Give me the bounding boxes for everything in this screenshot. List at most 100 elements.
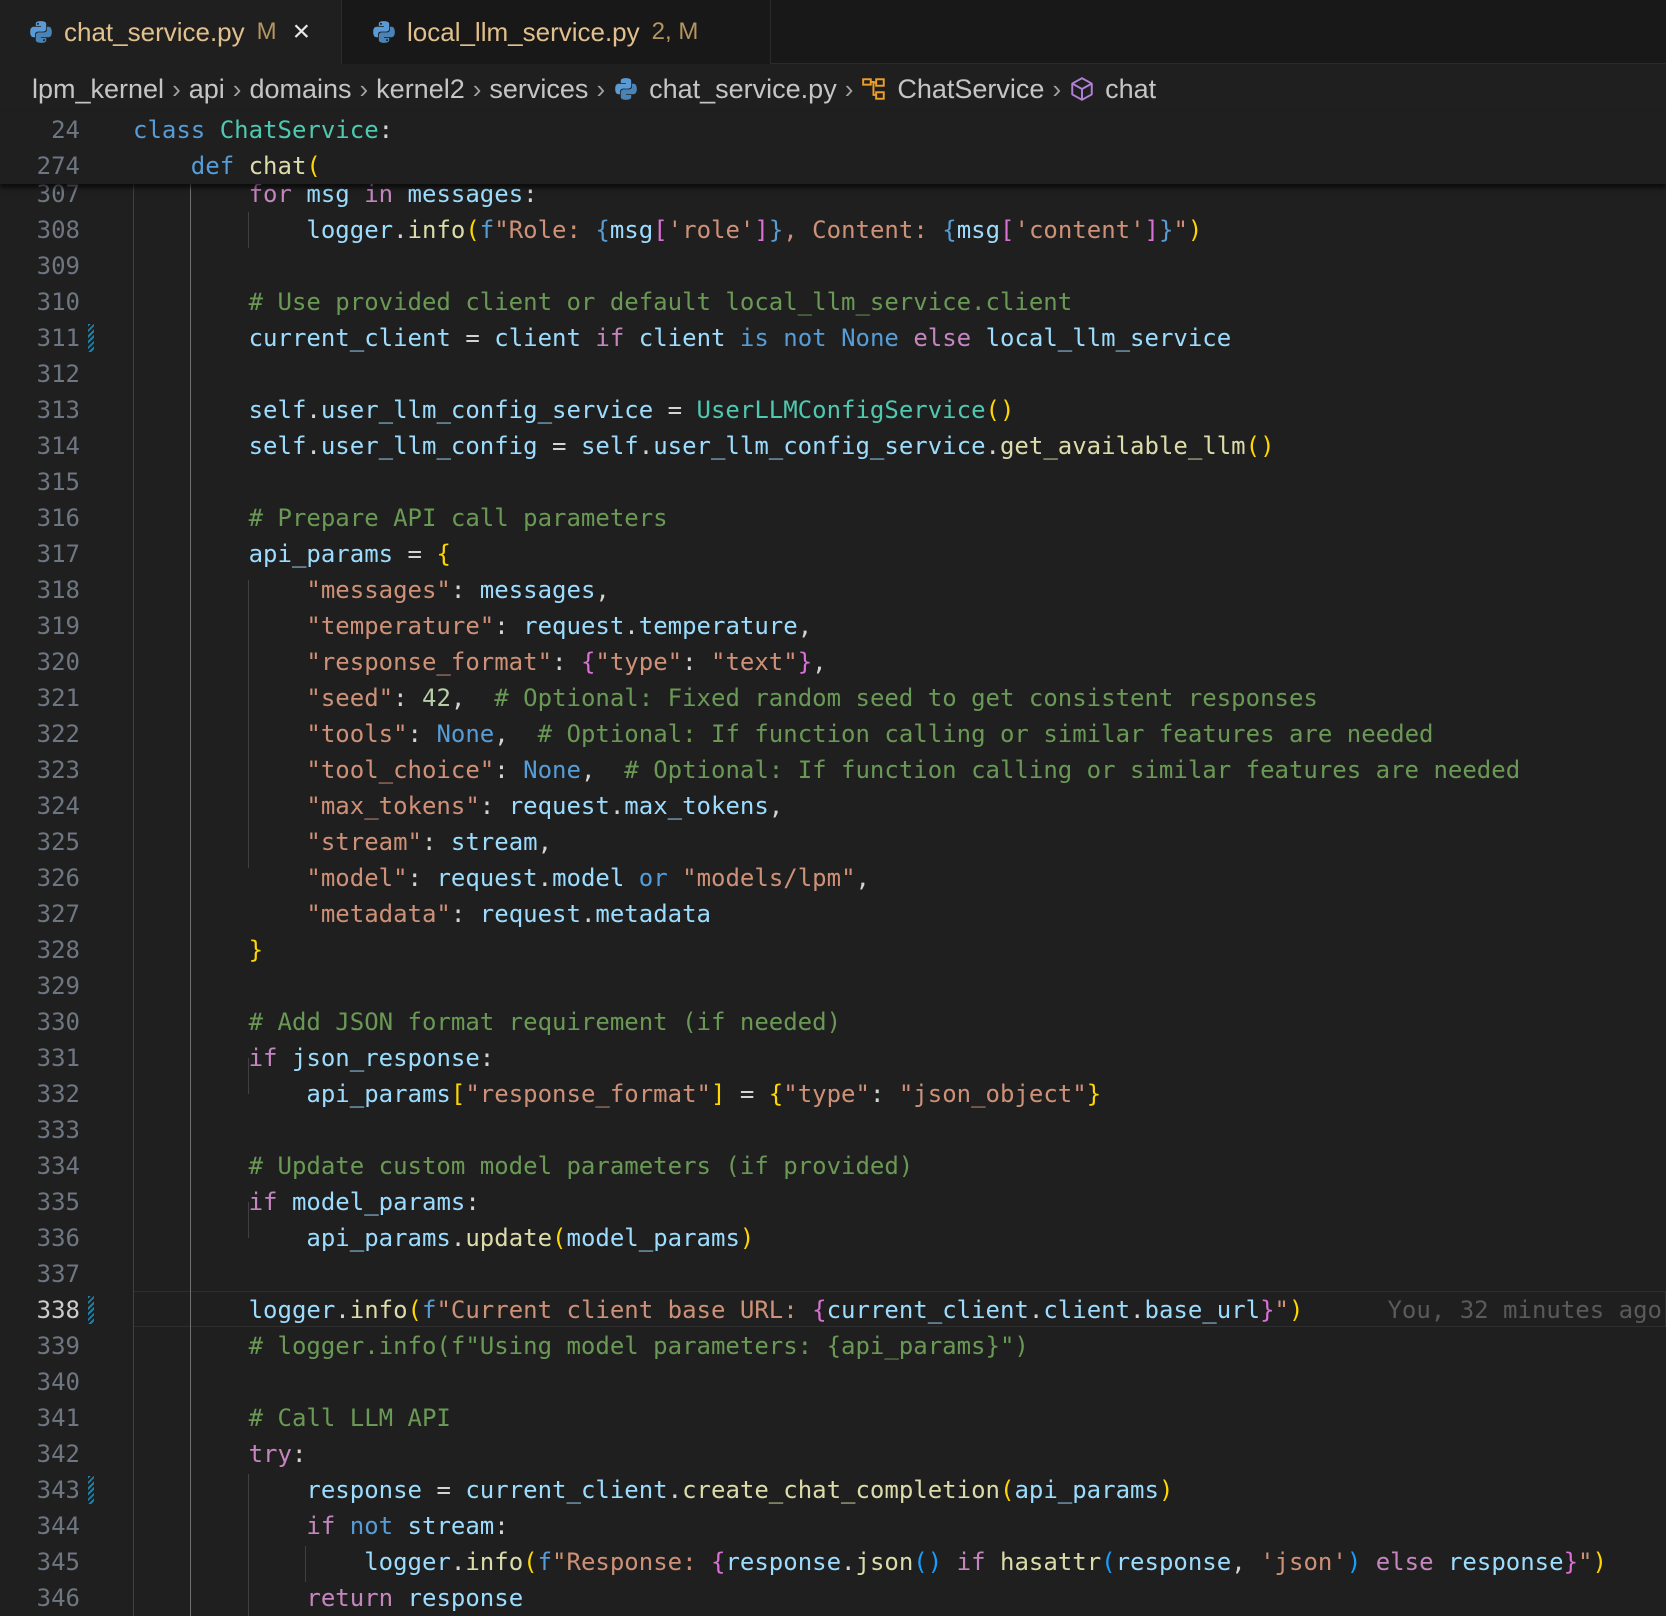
code-token: 'role': [667, 216, 755, 244]
code-line[interactable]: 330 # Add JSON format requirement (if ne…: [0, 1004, 1666, 1040]
code-line[interactable]: 333: [0, 1112, 1666, 1148]
code-line[interactable]: 343 response = current_client.create_cha…: [0, 1472, 1666, 1508]
code-token: .: [537, 864, 553, 892]
code-line[interactable]: 341 # Call LLM API: [0, 1400, 1666, 1436]
code-line[interactable]: 323 "tool_choice": None, # Optional: If …: [0, 752, 1666, 788]
sticky-line[interactable]: 24 class ChatService:: [0, 112, 1666, 148]
line-number: 340: [36, 1368, 80, 1396]
code-token: :: [869, 1080, 899, 1108]
code-line[interactable]: 337: [0, 1256, 1666, 1292]
code-text: "tool_choice": None, # Optional: If func…: [133, 752, 1520, 788]
code-token: ): [739, 1224, 755, 1252]
code-line[interactable]: 324 "max_tokens": request.max_tokens,: [0, 788, 1666, 824]
code-token: :: [465, 1188, 480, 1216]
code-line[interactable]: 336 api_params.update(model_params): [0, 1220, 1666, 1256]
code-token: ,: [537, 828, 553, 856]
code-token: (: [306, 152, 321, 180]
code-token: messages: [479, 576, 596, 604]
code-token: {: [711, 1548, 726, 1576]
code-line[interactable]: 345 logger.info(f"Response: {response.js…: [0, 1544, 1666, 1580]
code-line[interactable]: 326 "model": request.model or "models/lp…: [0, 860, 1666, 896]
code-token: {: [436, 540, 451, 568]
code-token: =: [436, 1476, 466, 1504]
code-token: , Content:: [783, 216, 943, 244]
code-line[interactable]: 313 self.user_llm_config_service = UserL…: [0, 392, 1666, 428]
code-token: api_params: [306, 1224, 451, 1252]
code-token: :: [378, 116, 394, 144]
code-token: response: [725, 1548, 842, 1576]
code-token: "type": [783, 1080, 870, 1108]
modified-gutter-marker[interactable]: [88, 1296, 94, 1324]
code-line[interactable]: 344 if not stream:: [0, 1508, 1666, 1544]
code-line[interactable]: 322 "tools": None, # Optional: If functi…: [0, 716, 1666, 752]
code-line[interactable]: 342 try:: [0, 1436, 1666, 1472]
code-line[interactable]: 329: [0, 968, 1666, 1004]
sticky-scroll-header[interactable]: 24 class ChatService: 274 def chat(: [0, 112, 1666, 184]
code-token: request: [436, 864, 538, 892]
code-token: if: [942, 1548, 1000, 1576]
code-line[interactable]: 320 "response_format": {"type": "text"},: [0, 644, 1666, 680]
code-token: max_tokens: [624, 792, 769, 820]
code-token: "seed": [306, 684, 394, 712]
code-token: UserLLMConfigService: [696, 396, 986, 424]
code-token: request: [479, 900, 581, 928]
code-token: }: [1159, 216, 1174, 244]
sticky-line[interactable]: 274 def chat(: [0, 148, 1666, 184]
code-token: .: [609, 792, 625, 820]
code-token: }: [1086, 1080, 1102, 1108]
code-token: not: [349, 1512, 408, 1540]
code-token: ): [1346, 1548, 1362, 1576]
code-token: f: [479, 216, 495, 244]
code-line[interactable]: 331 if json_response:: [0, 1040, 1666, 1076]
code-token: ": [1173, 216, 1188, 244]
code-token: .: [1130, 1296, 1145, 1324]
code-token: .: [306, 396, 321, 424]
line-number: 314: [36, 432, 80, 460]
code-line[interactable]: 319 "temperature": request.temperature,: [0, 608, 1666, 644]
line-number: 322: [36, 720, 80, 748]
code-line[interactable]: 312: [0, 356, 1666, 392]
code-line[interactable]: 328 }: [0, 932, 1666, 968]
code-line[interactable]: 315: [0, 464, 1666, 500]
modified-gutter-marker[interactable]: [88, 1476, 94, 1504]
code-line[interactable]: 332 api_params["response_format"] = {"ty…: [0, 1076, 1666, 1112]
code-line[interactable]: 311 current_client = client if client is…: [0, 320, 1666, 356]
code-line[interactable]: 338 logger.info(f"Current client base UR…: [0, 1292, 1666, 1328]
code-line[interactable]: 316 # Prepare API call parameters: [0, 500, 1666, 536]
code-token: ): [1592, 1548, 1607, 1576]
code-line[interactable]: 318 "messages": messages,: [0, 572, 1666, 608]
code-token: 'json': [1260, 1548, 1347, 1576]
code-token: :: [494, 1512, 509, 1540]
code-line[interactable]: 346 return response: [0, 1580, 1666, 1616]
code-line[interactable]: 314 self.user_llm_config = self.user_llm…: [0, 428, 1666, 464]
code-token: ,: [797, 612, 813, 640]
code-token: msg: [956, 216, 1001, 244]
line-number: 335: [36, 1188, 80, 1216]
code-line[interactable]: 335 if model_params:: [0, 1184, 1666, 1220]
code-line[interactable]: 321 "seed": 42, # Optional: Fixed random…: [0, 680, 1666, 716]
code-line[interactable]: 340: [0, 1364, 1666, 1400]
code-editor[interactable]: 24 class ChatService: 274 def chat( 307 fo…: [0, 0, 1666, 1616]
code-token: self: [248, 396, 307, 424]
code-token: "Current client base URL:: [436, 1296, 813, 1324]
code-line[interactable]: 325 "stream": stream,: [0, 824, 1666, 860]
code-line[interactable]: 334 # Update custom model parameters (if…: [0, 1148, 1666, 1184]
code-token: ,: [450, 684, 495, 712]
code-text: # Call LLM API: [133, 1400, 451, 1436]
code-line[interactable]: 310 # Use provided client or default loc…: [0, 284, 1666, 320]
code-line[interactable]: 308 logger.info(f"Role: {msg['role']}, C…: [0, 212, 1666, 248]
code-token: .: [667, 1476, 683, 1504]
code-line[interactable]: 339 # logger.info(f"Using model paramete…: [0, 1328, 1666, 1364]
code-line[interactable]: 327 "metadata": request.metadata: [0, 896, 1666, 932]
modified-gutter-marker[interactable]: [88, 324, 94, 352]
code-line[interactable]: 309: [0, 248, 1666, 284]
code-line[interactable]: 317 api_params = {: [0, 536, 1666, 572]
